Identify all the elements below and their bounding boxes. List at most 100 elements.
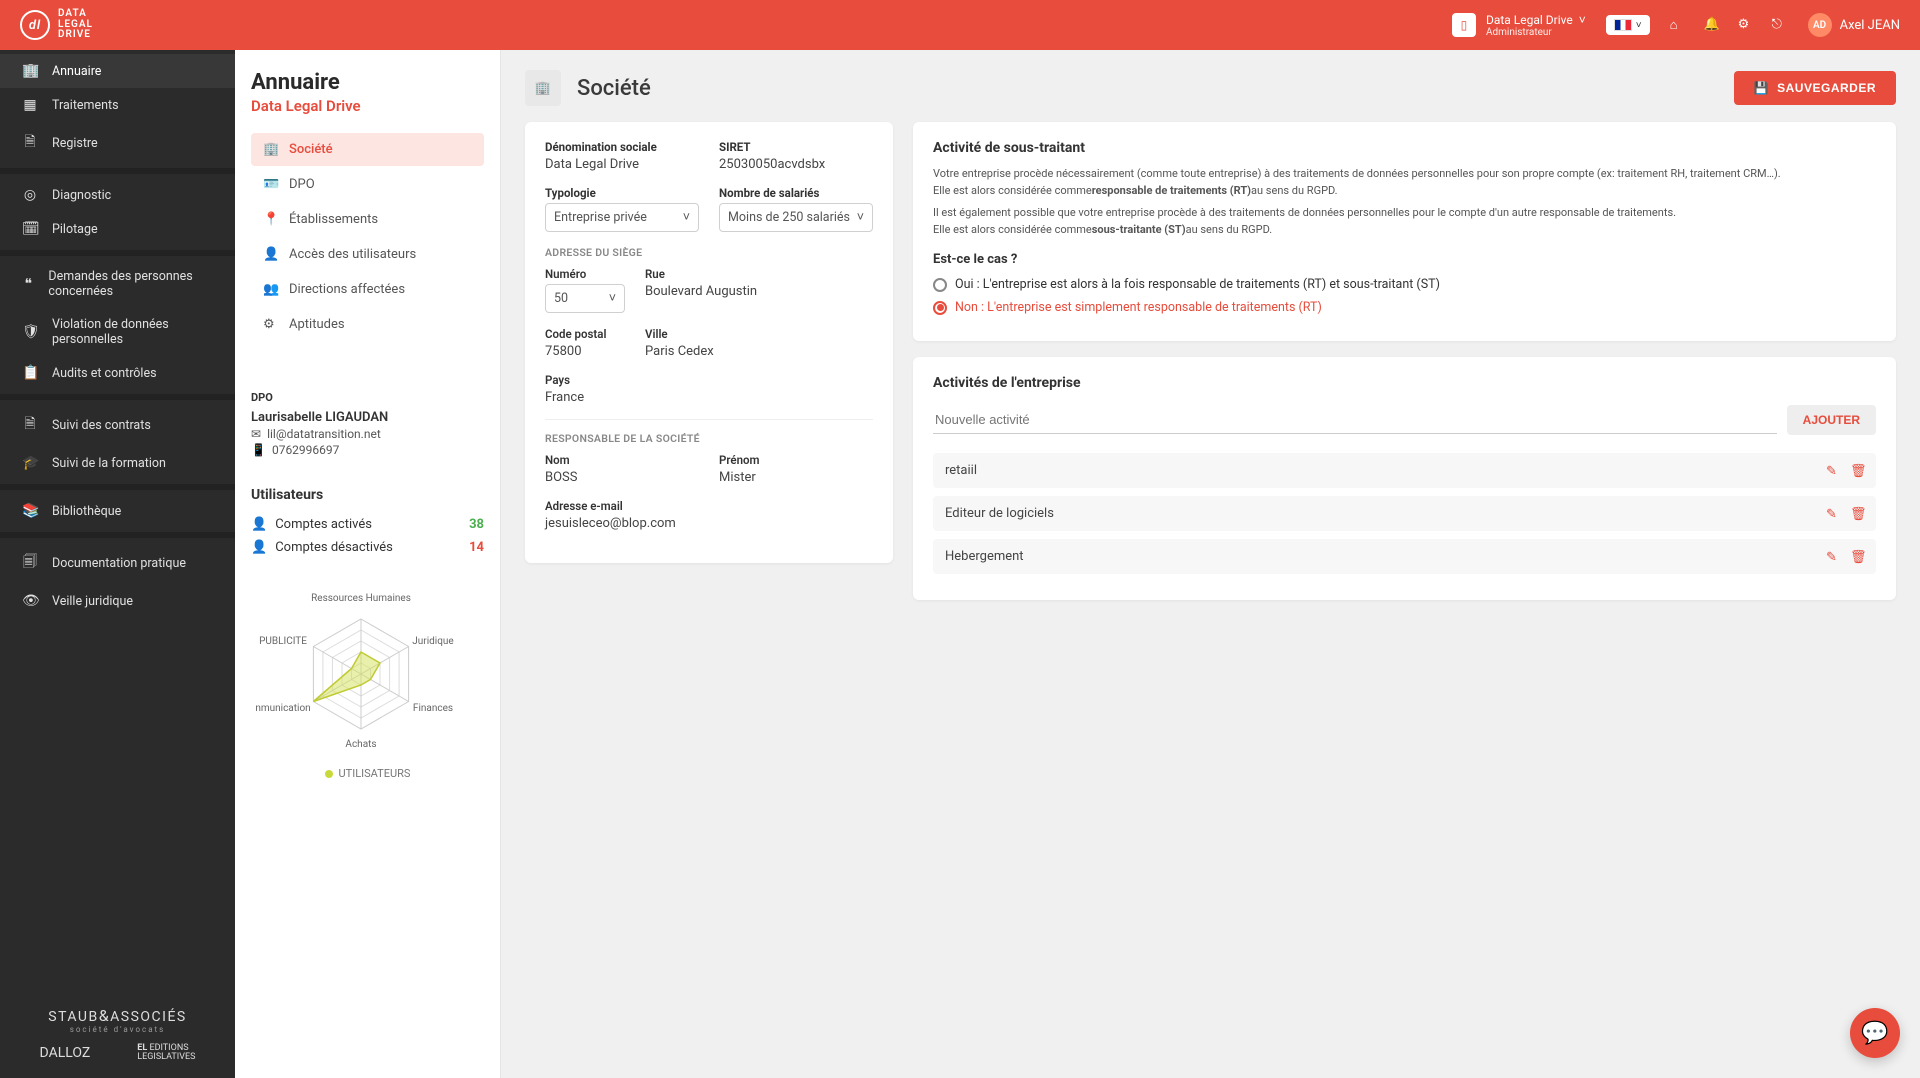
sidebar-item-annuaire[interactable]: 🏢Annuaire [0, 54, 235, 88]
dpo-summary: DPO Laurisabelle LIGAUDAN ✉lil@datatrans… [251, 391, 484, 457]
chevron-down-icon: ˅ [1636, 20, 1642, 31]
user-icon: 👤 [263, 247, 277, 262]
tab-acces[interactable]: 👤Accès des utilisateurs [251, 238, 484, 271]
denomination-value[interactable]: Data Legal Drive [545, 157, 699, 172]
sidebar-item-violation[interactable]: 🛡Violation de données personnelles [0, 308, 235, 356]
avatar: AD [1808, 13, 1832, 37]
book-icon: 📚 [22, 503, 38, 519]
radio-no[interactable]: Non : L'entreprise est simplement respon… [933, 300, 1876, 315]
gear-icon[interactable]: ⚙ [1738, 17, 1754, 33]
radio-yes[interactable]: Oui : L'entreprise est alors à la fois r… [933, 277, 1876, 292]
mail-icon: ✉ [251, 427, 261, 441]
building-icon: 🏢 [22, 63, 38, 79]
sidebar-item-audits[interactable]: 📋Audits et contrôles [0, 356, 235, 390]
cp-value[interactable]: 75800 [545, 344, 625, 359]
sidebar-item-formation[interactable]: 🎓Suivi de la formation [0, 446, 235, 480]
main-content: 🏢 Société 💾 SAUVEGARDER Dénomination soc… [501, 50, 1920, 1078]
doc-icon: 🗎 [22, 131, 38, 155]
radio-icon [933, 278, 947, 292]
activity-item: Hebergement ✎🗑 [933, 539, 1876, 574]
sidebar-item-biblio[interactable]: 📚Bibliothèque [0, 494, 235, 528]
dpo-email: lil@datatransition.net [267, 427, 381, 441]
tab-aptitudes[interactable]: ⚙Aptitudes [251, 308, 484, 341]
tab-directions[interactable]: 👥Directions affectées [251, 273, 484, 306]
radar-chart: Ressources Humaines Juridique Finances A… [251, 589, 484, 780]
siret-value[interactable]: 25030050acvdsbx [719, 157, 873, 172]
active-count: 38 [469, 517, 484, 532]
chevron-down-icon: ˅ [1579, 13, 1586, 27]
salaries-select[interactable]: Moins de 250 salariés˅ [719, 203, 873, 232]
delete-icon[interactable]: 🗑 [1850, 550, 1864, 564]
page-icon: 🗐 [22, 551, 38, 575]
sidebar-item-docs[interactable]: 🗐Documentation pratique [0, 542, 235, 584]
chat-button[interactable]: 💬 [1850, 1008, 1900, 1058]
flag-fr-icon [1614, 19, 1632, 31]
eye-icon: 👁 [22, 593, 38, 609]
user-menu[interactable]: AD Axel JEAN [1808, 13, 1900, 37]
prenom-value[interactable]: Mister [719, 470, 873, 485]
calendar-icon: 🗓 [22, 221, 38, 237]
editions-logo: EL EDITIONSLEGISLATIVES [137, 1044, 195, 1062]
shield-icon: 🛡 [22, 324, 38, 340]
numero-field[interactable]: 50˅ [545, 284, 625, 313]
sliders-icon: ⚙ [263, 317, 277, 332]
email-value[interactable]: jesuisleceo@blop.com [545, 516, 873, 531]
activities-card: Activités de l'entreprise AJOUTER retaii… [913, 357, 1896, 600]
tab-societe[interactable]: 🏢Société [251, 133, 484, 166]
svg-text:Juridique: Juridique [412, 636, 453, 647]
delete-icon[interactable]: 🗑 [1850, 464, 1864, 478]
chat-icon: 💬 [1861, 1021, 1888, 1046]
rue-value[interactable]: Boulevard Augustin [645, 284, 873, 299]
dalloz-logo: DALLOZ [40, 1045, 91, 1061]
sidebar-item-traitements[interactable]: ▦Traitements [0, 88, 235, 122]
home-icon[interactable]: ⌂ [1670, 17, 1686, 33]
org-switcher[interactable]: ▯ Data Legal Drive ˅ Administrateur [1452, 13, 1586, 38]
secondary-panel: Annuaire Data Legal Drive 🏢Société 🪪DPO … [235, 50, 501, 1078]
activity-item: retaiil ✎🗑 [933, 453, 1876, 488]
bell-icon[interactable]: 🔔 [1704, 17, 1720, 33]
user-name: Axel JEAN [1840, 18, 1900, 33]
edit-icon[interactable]: ✎ [1826, 507, 1840, 521]
page-title: Société [577, 76, 1718, 101]
sidebar-item-pilotage[interactable]: 🗓Pilotage [0, 212, 235, 246]
edit-icon[interactable]: ✎ [1826, 464, 1840, 478]
logo[interactable]: dl DATALEGALDRIVE [20, 9, 93, 41]
tab-dpo[interactable]: 🪪DPO [251, 168, 484, 201]
chevron-down-icon: ˅ [857, 210, 864, 225]
inactive-count: 14 [469, 540, 484, 555]
typologie-select[interactable]: Entreprise privée˅ [545, 203, 699, 232]
file-icon: 🗎 [22, 413, 38, 437]
new-activity-input[interactable] [933, 406, 1777, 434]
sidebar-item-diagnostic[interactable]: ◎Diagnostic [0, 178, 235, 212]
clipboard-icon: 📋 [22, 365, 38, 381]
sidebar-item-veille[interactable]: 👁Veille juridique [0, 584, 235, 618]
svg-text:Achats: Achats [345, 739, 376, 750]
pays-value[interactable]: France [545, 390, 873, 405]
grad-icon: 🎓 [22, 455, 38, 471]
save-button[interactable]: 💾 SAUVEGARDER [1734, 71, 1896, 105]
dpo-phone: 0762996697 [272, 443, 339, 457]
svg-text:Ressources Humaines: Ressources Humaines [311, 593, 411, 604]
nom-value[interactable]: BOSS [545, 470, 699, 485]
tab-etablissements[interactable]: 📍Établissements [251, 203, 484, 236]
logo-text: DATALEGALDRIVE [58, 9, 93, 41]
pin-icon: 📍 [263, 212, 277, 227]
svg-text:PUBLICITE: PUBLICITE [259, 636, 307, 647]
id-icon: 🪪 [263, 177, 277, 192]
sidebar: 🏢Annuaire ▦Traitements 🗎Registre ◎Diagno… [0, 50, 235, 1078]
sidebar-item-registre[interactable]: 🗎Registre [0, 122, 235, 164]
sidebar-item-contrats[interactable]: 🗎Suivi des contrats [0, 404, 235, 446]
add-activity-button[interactable]: AJOUTER [1787, 405, 1876, 435]
svg-text:nmunication: nmunication [255, 703, 310, 714]
ville-value[interactable]: Paris Cedex [645, 344, 873, 359]
language-switcher[interactable]: ˅ [1606, 15, 1650, 35]
edit-icon[interactable]: ✎ [1826, 550, 1840, 564]
building-icon: ▯ [1452, 13, 1476, 37]
org-role: Administrateur [1486, 27, 1586, 38]
sidebar-item-demandes[interactable]: ❝Demandes des personnes concernées [0, 260, 235, 308]
grid-icon: ▦ [22, 97, 38, 113]
users-icon: 👥 [263, 282, 277, 297]
exit-icon[interactable]: ⎋ [1772, 17, 1788, 33]
save-icon: 💾 [1754, 81, 1769, 95]
delete-icon[interactable]: 🗑 [1850, 507, 1864, 521]
